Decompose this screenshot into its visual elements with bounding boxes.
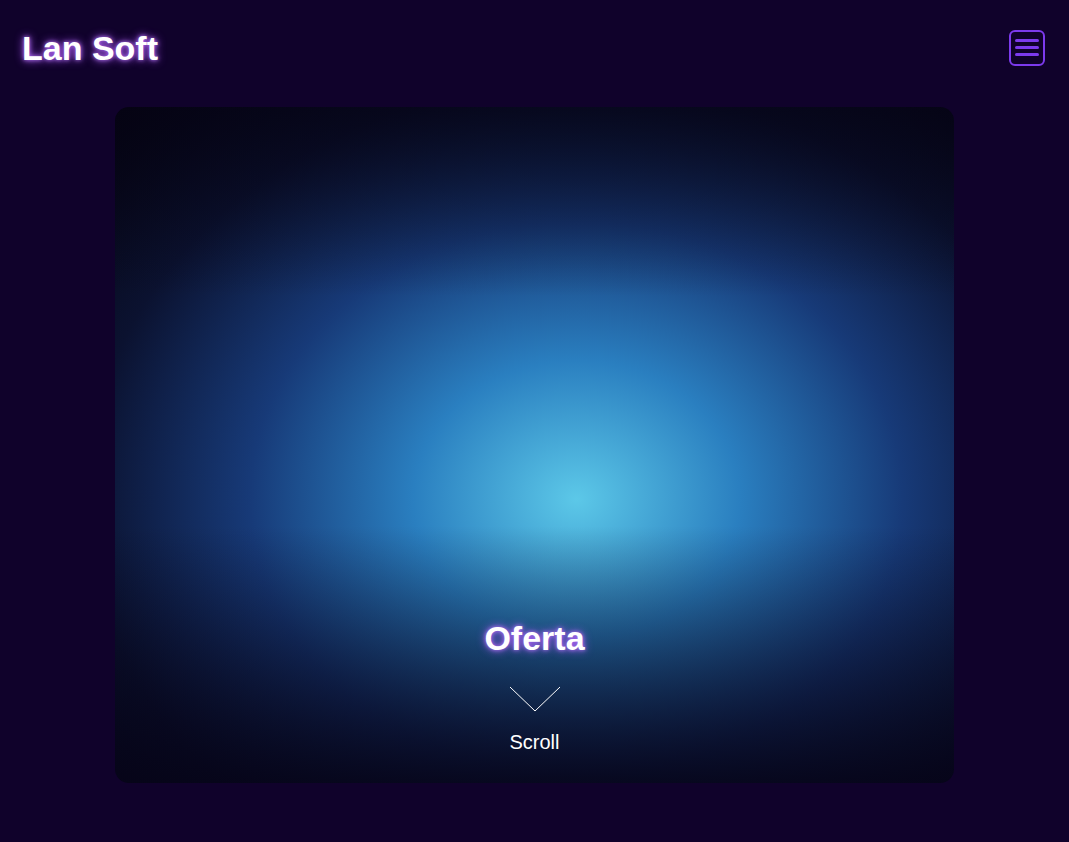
menu-button[interactable] xyxy=(1009,30,1045,66)
header: Lan Soft xyxy=(0,0,1069,95)
chevron-down-icon[interactable] xyxy=(509,686,561,712)
menu-bar-icon xyxy=(1015,39,1039,42)
menu-bar-icon xyxy=(1015,53,1039,56)
menu-bar-icon xyxy=(1015,46,1039,49)
hero-title: Oferta xyxy=(484,618,584,658)
page: Lan Soft Oferta Scroll xyxy=(0,0,1069,842)
logo[interactable]: Lan Soft xyxy=(22,28,158,68)
scroll-label[interactable]: Scroll xyxy=(509,730,559,754)
hero-card: Oferta Scroll xyxy=(115,107,954,783)
